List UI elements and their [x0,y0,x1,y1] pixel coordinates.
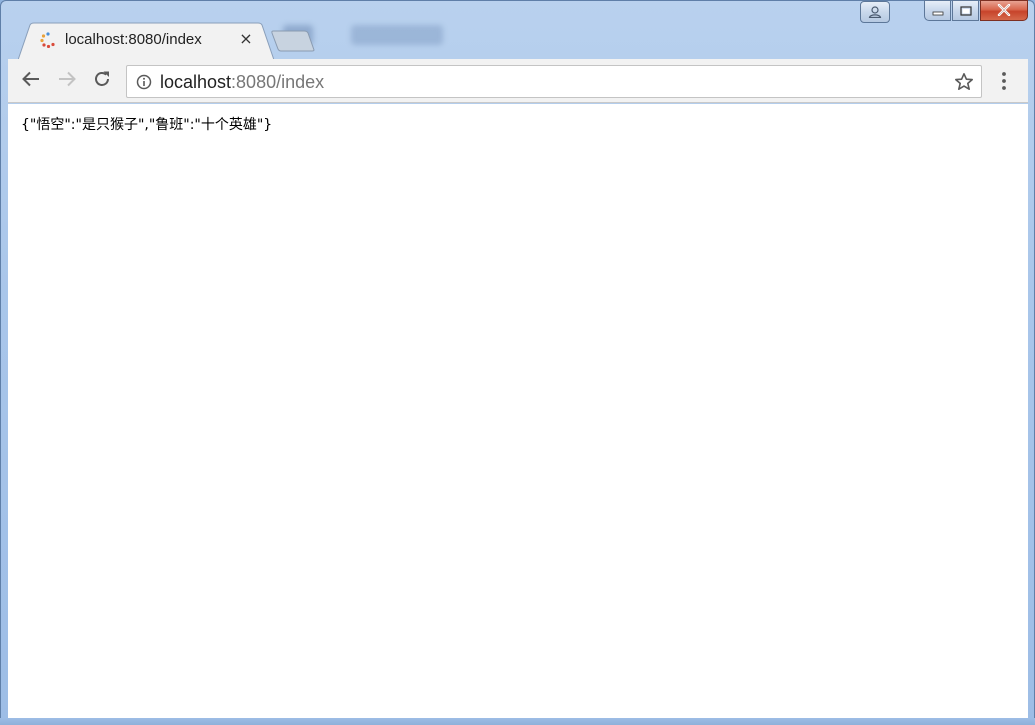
star-icon[interactable] [954,72,974,92]
new-tab-button[interactable] [270,30,316,52]
reload-icon [93,70,111,92]
kebab-menu-icon [994,72,1014,96]
blurred-background [351,25,443,45]
address-bar[interactable]: localhost:8080/index [126,65,982,98]
window-caption-buttons [924,0,1028,21]
forward-button[interactable] [55,69,79,93]
page-content: {"悟空":"是只猴子","鲁班":"十个英雄"} [8,104,1028,718]
maximize-button[interactable] [952,0,979,21]
tab-close-button[interactable]: × [238,30,254,48]
maximize-icon [959,1,972,20]
new-tab-icon [271,30,315,52]
json-response-text: {"悟空":"是只猴子","鲁班":"十个英雄"} [21,117,273,133]
address-url: localhost:8080/index [160,72,324,93]
url-host: localhost [160,72,232,92]
close-window-button[interactable] [980,0,1028,21]
info-icon[interactable] [136,74,152,90]
loading-spinner-icon [40,32,56,49]
minimize-icon [932,1,944,20]
browser-menu-button[interactable] [994,70,1014,92]
close-icon [997,1,1011,20]
browser-toolbar: localhost:8080/index [8,59,1028,103]
minimize-button[interactable] [924,0,951,21]
profile-button[interactable] [860,1,890,23]
reload-button[interactable] [90,69,114,93]
close-icon: × [239,29,253,48]
tab-title: localhost:8080/index [65,31,202,48]
back-button[interactable] [19,69,43,93]
window-bottom-border [0,718,1035,725]
back-arrow-icon [22,71,40,91]
tab-active[interactable]: localhost:8080/index × [18,22,274,60]
person-icon [868,3,882,22]
url-path: :8080/index [231,72,325,92]
forward-arrow-icon [58,71,76,91]
